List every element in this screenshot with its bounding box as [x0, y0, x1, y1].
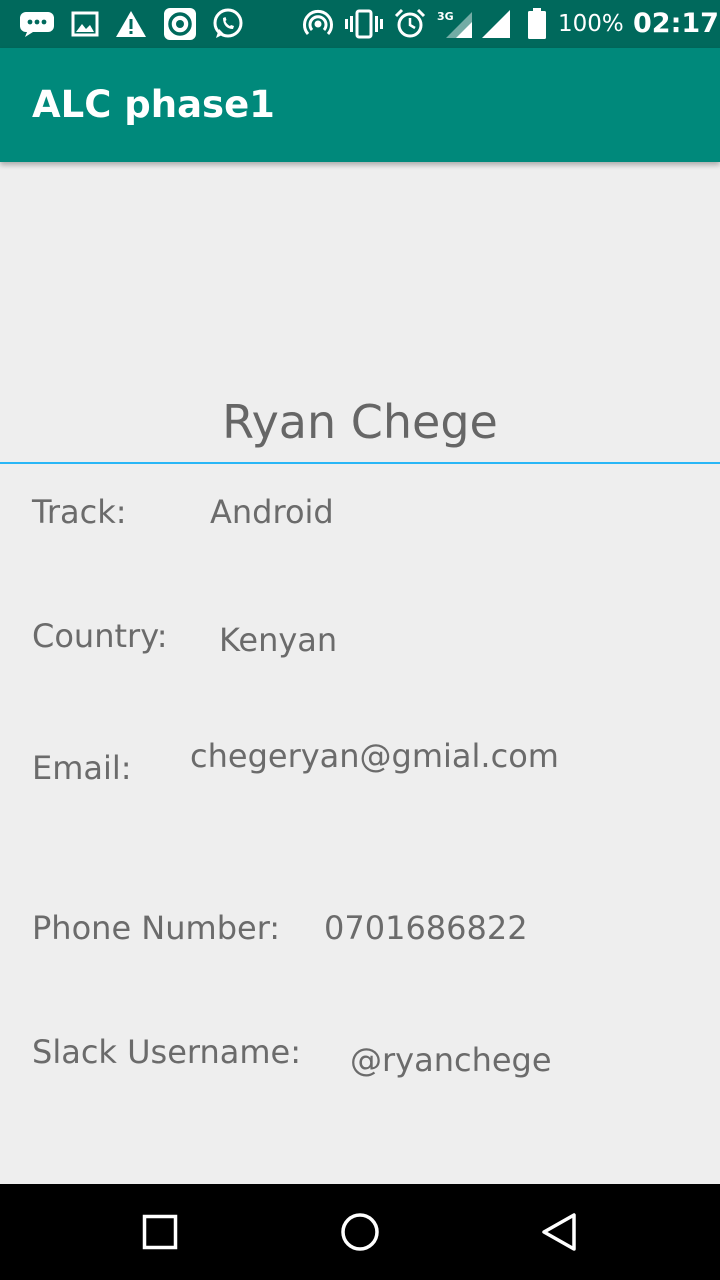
track-label: Track:: [32, 493, 127, 531]
slack-label: Slack Username:: [32, 1033, 302, 1071]
email-value: chegeryan@gmial.com: [190, 737, 559, 775]
phone-label: Phone Number:: [32, 909, 281, 947]
whatsapp-icon: [210, 8, 246, 40]
email-label: Email:: [32, 749, 132, 787]
hotspot-icon: [302, 8, 334, 40]
clock: 02:17: [633, 8, 719, 39]
name-divider: [0, 462, 720, 464]
recents-icon: [142, 1214, 178, 1250]
recents-button[interactable]: [100, 1184, 220, 1280]
alarm-icon: [394, 8, 426, 40]
battery-icon: [526, 8, 548, 40]
network-type-label: 3G: [437, 10, 454, 23]
camera-app-icon: [162, 8, 198, 40]
home-icon: [341, 1213, 379, 1251]
status-bar: 3G 100% 02:17: [0, 0, 720, 48]
country-value: Kenyan: [219, 621, 338, 659]
country-label: Country:: [32, 617, 168, 655]
track-value: Android: [210, 493, 334, 531]
app-title: ALC phase1: [32, 83, 275, 126]
gallery-icon: [70, 8, 100, 40]
navigation-bar: [0, 1184, 720, 1280]
mobile-signal-3g-icon: 3G: [436, 8, 474, 40]
battery-percent: 100%: [558, 11, 624, 37]
slack-value: @ryanchege: [350, 1041, 552, 1079]
signal-icon: [480, 8, 512, 40]
back-button[interactable]: [500, 1184, 620, 1280]
phone-value: 0701686822: [324, 909, 528, 947]
back-icon: [542, 1213, 576, 1251]
vibrate-icon: [344, 8, 384, 40]
messaging-icon: [18, 8, 56, 40]
app-bar: ALC phase1: [0, 48, 720, 162]
warning-icon: [114, 8, 148, 40]
home-button[interactable]: [300, 1184, 420, 1280]
profile-name: Ryan Chege: [222, 395, 498, 449]
